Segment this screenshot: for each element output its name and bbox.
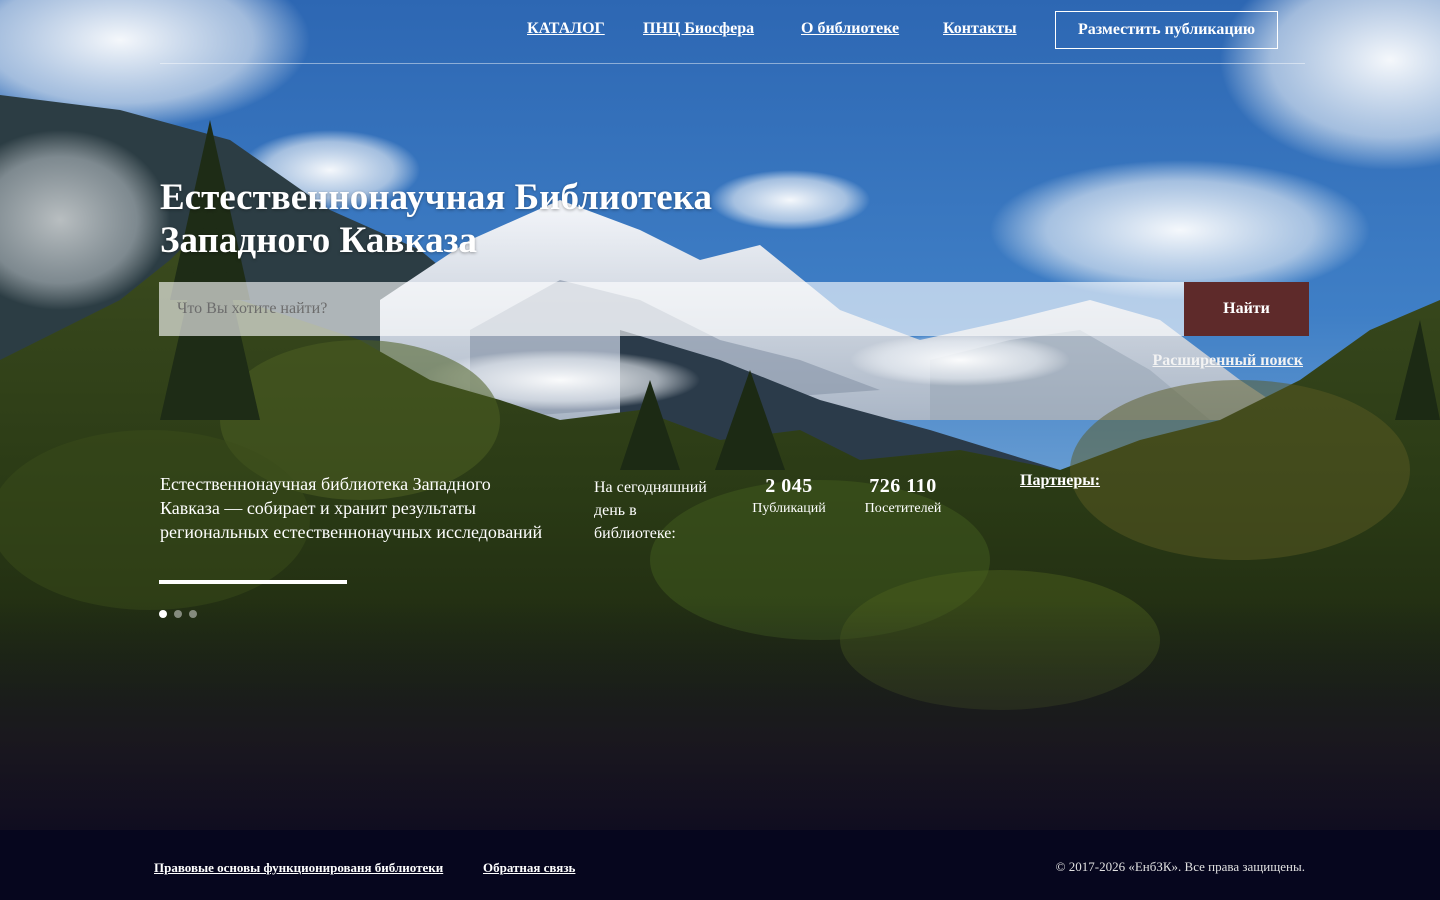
footer-link-legal[interactable]: Правовые основы функционированя библиоте… bbox=[154, 860, 443, 876]
stat-visitors: 726 110 Посетителей bbox=[858, 474, 948, 520]
search-button[interactable]: Найти bbox=[1184, 282, 1309, 336]
background-landscape-image bbox=[0, 0, 1440, 900]
stat-visitors-label: Посетителей bbox=[864, 501, 942, 516]
nav-item-biosphere[interactable]: ПНЦ Биосфера bbox=[643, 20, 754, 38]
stat-publications: 2 045 Публикаций bbox=[744, 474, 834, 520]
search-input[interactable] bbox=[159, 282, 1184, 336]
page-title: Естественнонаучная Библиотека Западного … bbox=[160, 176, 860, 262]
page-title-line-1: Естественнонаучная Библиотека bbox=[160, 177, 712, 218]
nav-item-about[interactable]: О библиотеке bbox=[801, 20, 899, 38]
page-title-line-2: Западного Кавказа bbox=[160, 220, 477, 261]
place-publication-button[interactable]: Разместить публикацию bbox=[1055, 11, 1278, 49]
stat-publications-label: Публикаций bbox=[752, 501, 826, 516]
stat-visitors-value: 726 110 bbox=[869, 475, 937, 497]
footer-link-feedback[interactable]: Обратная связь bbox=[483, 860, 575, 876]
slider-dot-1[interactable] bbox=[159, 610, 167, 618]
stat-publications-value: 2 045 bbox=[765, 475, 813, 497]
partners-link[interactable]: Партнеры: bbox=[1020, 472, 1100, 490]
description-divider bbox=[159, 580, 347, 584]
library-description: Естественнонаучная библиотека Западного … bbox=[160, 474, 543, 542]
top-navigation-bar: КАТАЛОГ ПНЦ Биосфера О библиотеке Контак… bbox=[160, 0, 1305, 64]
nav-item-contacts[interactable]: Контакты bbox=[943, 20, 1017, 38]
slider-dot-2[interactable] bbox=[174, 610, 182, 618]
stats-intro-label: На сегодняшний день в библиотеке: bbox=[594, 479, 707, 542]
copyright-text: © 2017-2026 «ЕнбЗК». Все права защищены. bbox=[1055, 859, 1305, 874]
advanced-search-link[interactable]: Расширенный поиск bbox=[1152, 352, 1303, 370]
nav-item-catalog[interactable]: КАТАЛОГ bbox=[527, 20, 605, 38]
slider-dot-3[interactable] bbox=[189, 610, 197, 618]
